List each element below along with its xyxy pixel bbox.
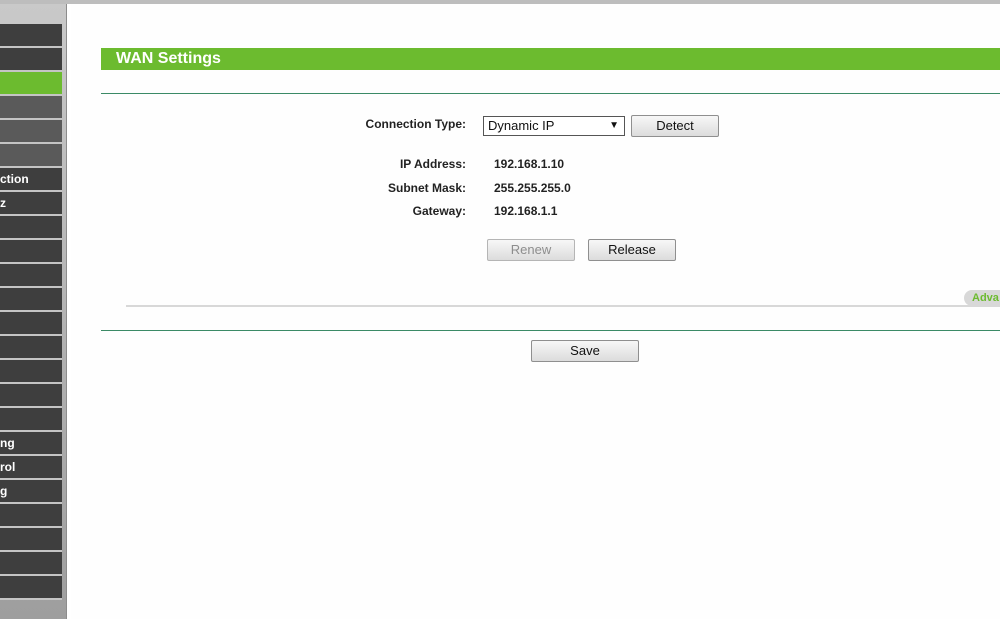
- sidebar-item[interactable]: rol: [0, 456, 62, 480]
- gateway-value: 192.168.1.1: [494, 204, 558, 218]
- sidebar-item[interactable]: g: [0, 480, 62, 504]
- ip-address-label: IP Address:: [399, 157, 466, 171]
- sidebar-item[interactable]: [0, 336, 62, 360]
- renew-button[interactable]: Renew: [487, 239, 575, 261]
- sidebar-item[interactable]: ng: [0, 432, 62, 456]
- sidebar-item[interactable]: z: [0, 192, 62, 216]
- sidebar-item[interactable]: [0, 384, 62, 408]
- ip-address-value: 192.168.1.10: [494, 157, 565, 171]
- sidebar-item[interactable]: [0, 24, 62, 48]
- sidebar-item[interactable]: [0, 360, 62, 384]
- sidebar-item-label: ng: [0, 436, 15, 450]
- sidebar-menu: ction z ng rol g: [0, 4, 67, 619]
- release-button[interactable]: Release: [588, 239, 676, 261]
- sidebar-item[interactable]: ction: [0, 168, 62, 192]
- detect-button[interactable]: Detect: [631, 115, 719, 137]
- sidebar-item[interactable]: [0, 216, 62, 240]
- sidebar-subitem[interactable]: [0, 144, 62, 168]
- sidebar-item[interactable]: [0, 504, 62, 528]
- divider-top: [101, 93, 1000, 94]
- sidebar-item[interactable]: [0, 48, 62, 72]
- sidebar-item-label: g: [0, 484, 8, 498]
- gateway-label: Gateway:: [412, 204, 466, 218]
- advanced-toggle-tab[interactable]: Adva: [964, 290, 1000, 306]
- divider-bottom: [101, 330, 1000, 331]
- sidebar-subitem[interactable]: [0, 96, 62, 120]
- main-content: WAN Settings Connection Type: Dynamic IP…: [71, 4, 1000, 619]
- sidebar-item-network-active[interactable]: [0, 72, 62, 96]
- connection-type-value: Dynamic IP: [488, 118, 555, 133]
- sidebar-item[interactable]: [0, 264, 62, 288]
- sidebar-item-label: ction: [0, 172, 29, 186]
- sidebar-item[interactable]: [0, 408, 62, 432]
- sidebar-subitem[interactable]: [0, 120, 62, 144]
- sidebar-item[interactable]: [0, 288, 62, 312]
- page-title: WAN Settings: [101, 48, 1000, 70]
- sidebar-item[interactable]: [0, 312, 62, 336]
- sidebar-item[interactable]: [0, 240, 62, 264]
- save-button[interactable]: Save: [531, 340, 639, 362]
- divider-advanced: [126, 305, 1000, 307]
- sidebar-item[interactable]: [0, 576, 62, 600]
- sidebar-item[interactable]: [0, 552, 62, 576]
- connection-type-select[interactable]: Dynamic IP ▼: [483, 116, 625, 136]
- sidebar-item-label: rol: [0, 460, 16, 474]
- subnet-mask-label: Subnet Mask:: [387, 181, 466, 195]
- subnet-mask-value: 255.255.255.0: [494, 181, 571, 195]
- connection-type-label: Connection Type:: [365, 117, 466, 131]
- sidebar-item[interactable]: [0, 528, 62, 552]
- dropdown-arrow-icon: ▼: [609, 120, 619, 131]
- sidebar-item-label: z: [0, 196, 6, 210]
